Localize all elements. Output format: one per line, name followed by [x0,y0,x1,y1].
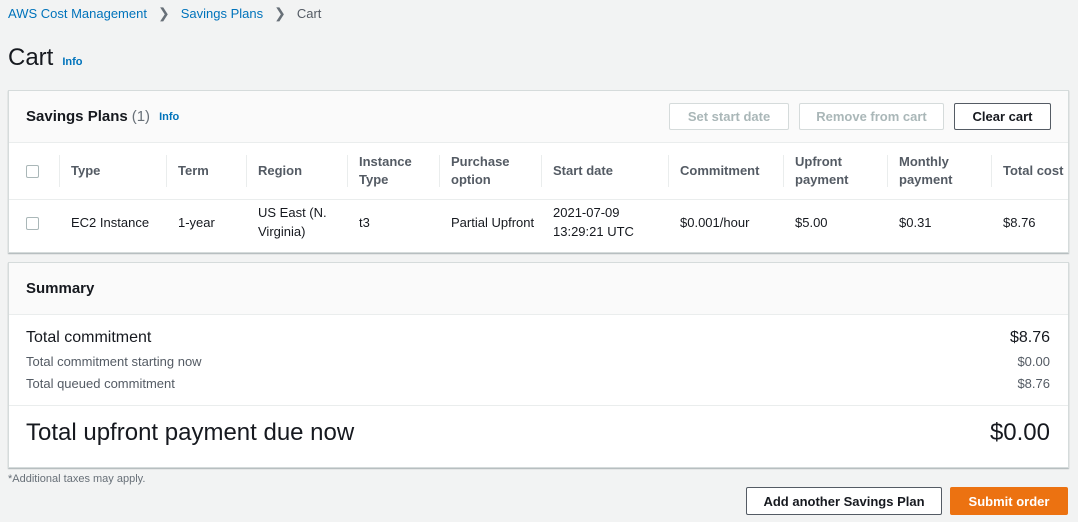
remove-from-cart-button[interactable]: Remove from cart [799,103,944,130]
chevron-right-icon: ❯ [157,5,170,21]
savings-plans-panel: Savings Plans (1) Info Set start date Rem… [8,90,1069,253]
upfront-due-label: Total upfront payment due now [26,418,355,446]
page-header: Cart Info [8,44,83,72]
set-start-date-button[interactable]: Set start date [669,103,789,130]
queued-commitment-value: $8.76 [1017,376,1050,391]
column-type[interactable]: Type [59,143,166,200]
column-region[interactable]: Region [246,143,347,200]
summary-panel: Summary Total commitment $8.76 Total com… [8,262,1069,468]
column-term[interactable]: Term [166,143,246,200]
add-another-savings-plan-button[interactable]: Add another Savings Plan [746,487,942,515]
column-divider [439,155,440,187]
column-divider [541,155,542,187]
queued-commitment-label: Total queued commitment [26,376,175,391]
column-divider [246,155,247,187]
row-select-cell [9,199,59,245]
column-type-label: Type [71,162,101,178]
breadcrumb-cost-management[interactable]: AWS Cost Management [8,6,147,21]
summary-header: Summary [9,263,1068,315]
row-checkbox[interactable] [26,216,39,230]
commitment-starting-now-row: Total commitment starting now $0.00 [9,354,1068,369]
savings-plans-header: Savings Plans (1) Info Set start date Rem… [9,91,1068,143]
total-commitment-row: Total commitment $8.76 [9,329,1068,347]
column-divider [887,155,888,187]
savings-plans-table: Type Term Region Instance Type Purchase … [9,143,1068,245]
column-divider [166,155,167,187]
column-purchase-option-label: Purchase option [451,153,510,187]
page-title: Cart [8,44,54,71]
cell-instance-type: t3 [359,214,370,230]
upfront-due-row: Total upfront payment due now $0.00 [9,405,1068,459]
column-divider [668,155,669,187]
submit-order-button[interactable]: Submit order [950,487,1068,515]
summary-title: Summary [26,280,95,297]
table-row: EC2 Instance 1-year US East (N. Virginia… [9,199,1068,245]
taxes-footnote: *Additional taxes may apply. [8,473,146,485]
cell-commitment: $0.001/hour [680,214,750,230]
total-commitment-label: Total commitment [26,329,152,346]
cell-upfront-payment: $5.00 [795,214,828,230]
commitment-starting-now-label: Total commitment starting now [26,354,202,369]
column-monthly-payment-label: Monthly payment [899,153,953,187]
column-commitment[interactable]: Commitment [668,143,783,200]
column-total-cost[interactable]: Total cost [991,143,1068,200]
column-start-date[interactable]: Start date [541,143,668,200]
select-all-cell [9,143,59,200]
savings-plans-title: Savings Plans (1) [26,108,150,125]
column-total-cost-label: Total cost [1003,162,1064,178]
page-info-link[interactable]: Info [62,56,82,68]
cell-monthly-payment: $0.31 [899,214,932,230]
column-divider [783,155,784,187]
column-divider [991,155,992,187]
breadcrumb: AWS Cost Management ❯ Savings Plans ❯ Ca… [8,5,321,22]
cell-purchase-option: Partial Upfront [451,214,535,230]
column-instance-type-label: Instance Type [359,153,412,187]
cell-start-date: 2021-07-09 13:29:21 UTC [553,205,634,240]
savings-plans-info-link[interactable]: Info [159,111,179,123]
column-instance-type[interactable]: Instance Type [347,143,439,200]
select-all-checkbox[interactable] [26,164,39,178]
savings-plans-title-text: Savings Plans [26,108,128,125]
column-monthly-payment[interactable]: Monthly payment [887,143,991,200]
breadcrumb-cart: Cart [296,6,322,21]
total-commitment-value: $8.76 [1009,329,1050,346]
cell-term: 1-year [178,214,215,230]
column-divider [347,155,348,187]
table-header-row: Type Term Region Instance Type Purchase … [9,143,1068,200]
breadcrumb-savings-plans[interactable]: Savings Plans [181,6,263,21]
clear-cart-button[interactable]: Clear cart [954,103,1051,130]
column-term-label: Term [178,162,209,178]
column-region-label: Region [258,162,303,178]
cell-total-cost: $8.76 [1003,214,1036,230]
cell-type: EC2 Instance [71,214,150,230]
column-start-date-label: Start date [553,162,613,178]
upfront-due-value: $0.00 [989,418,1050,446]
column-upfront-payment[interactable]: Upfront payment [783,143,887,200]
cell-region: US East (N. Virginia) [258,205,327,240]
chevron-right-icon: ❯ [274,5,286,21]
column-divider [59,155,60,187]
savings-plans-count: (1) [131,108,151,125]
column-purchase-option[interactable]: Purchase option [439,143,541,200]
column-commitment-label: Commitment [680,162,760,178]
queued-commitment-row: Total queued commitment $8.76 [9,376,1068,391]
column-upfront-payment-label: Upfront payment [795,153,849,187]
commitment-starting-now-value: $0.00 [1017,354,1050,369]
